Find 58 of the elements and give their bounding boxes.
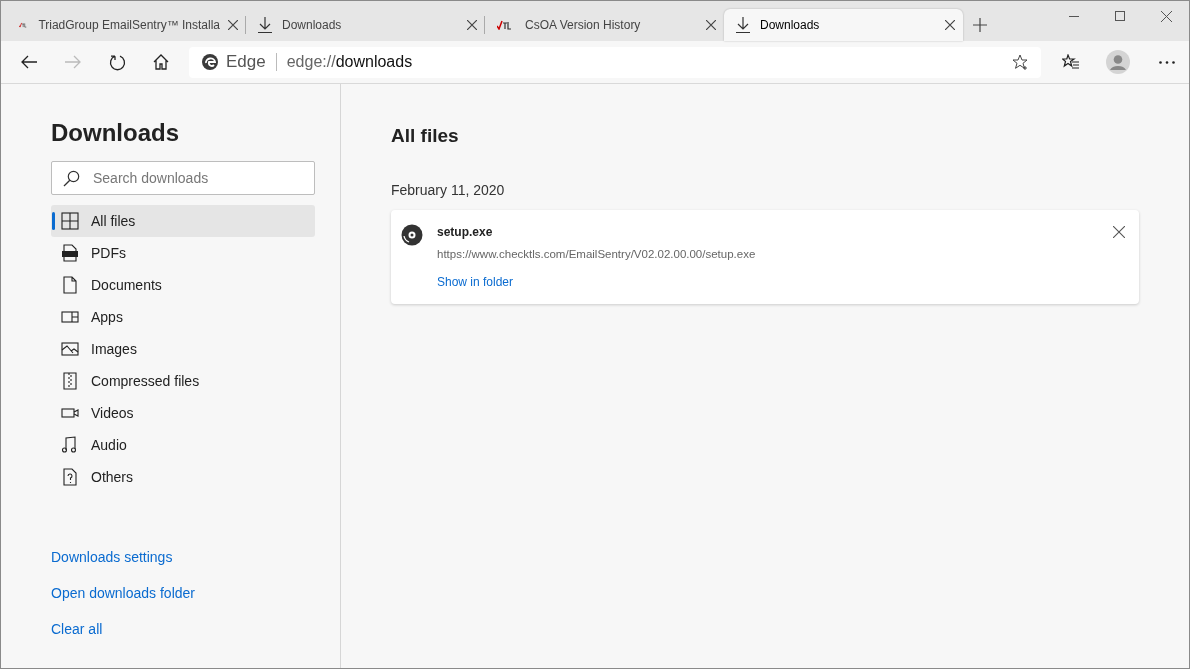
favorites-icon [1062,54,1080,70]
all-category-icon [61,212,79,230]
sidebar-item[interactable]: Apps [51,301,315,333]
search-field[interactable]: Search downloads [51,161,315,195]
sidebar-link[interactable]: Clear all [51,619,103,640]
browser-tab[interactable]: Downloads [724,9,963,41]
zip-category-icon [61,372,79,390]
sidebar-item[interactable]: Videos [51,397,315,429]
tab-title: TriadGroup EmailSentry™ Installa [38,17,220,34]
download-icon [736,17,750,33]
disc-icon [401,223,423,246]
site-label: Edge [226,51,266,74]
other-category-icon [61,468,79,486]
home-icon [153,54,169,70]
refresh-icon [108,53,126,71]
browser-logo-icon [201,53,219,71]
show-in-folder-link[interactable]: Show in folder [437,272,514,291]
audio-category-icon [61,436,79,454]
sidebar-link[interactable]: Open downloads folder [51,583,195,604]
app-category-icon [61,308,79,326]
close-tab-icon[interactable] [706,20,716,30]
download-icon [258,17,272,33]
doc-category-icon [61,276,79,294]
plus-icon [973,18,987,32]
avatar-icon [1106,50,1130,74]
pdf-category-icon [61,244,79,262]
sidebar-item[interactable]: Audio [51,429,315,461]
close-icon [1160,10,1172,22]
section-title: All files [391,124,460,148]
tab-title: Downloads [282,17,343,34]
url-text: edge://downloads [286,52,413,72]
back-arrow-icon [21,55,37,69]
sidebar-item[interactable]: Images [51,333,315,365]
tab-title: Downloads [760,17,821,34]
address-bar[interactable]: Edge edge://downloads [189,46,1041,78]
sidebar-item[interactable]: Others [51,461,315,493]
minimize-icon [1069,15,1079,17]
sidebar-title: Downloads [51,118,180,148]
add-favorite-icon[interactable] [1012,53,1029,71]
sidebar-link[interactable]: Downloads settings [51,547,173,568]
sidebar-item[interactable]: Documents [51,269,315,301]
close-tab-icon[interactable] [228,20,238,30]
file-url: https://www.checktls.com/EmailSentry/V02.02.00.00/setup.exe [437,246,757,262]
remove-icon[interactable] [1113,225,1125,238]
date-heading: February 11, 2020 [391,180,506,200]
sidebar-item[interactable]: Compressed files [51,365,315,397]
close-tab-icon[interactable] [467,20,477,30]
sidebar-item[interactable]: All files [51,205,315,237]
sidebar-item[interactable]: PDFs [51,237,315,269]
search-icon [63,170,80,187]
logo-icon [19,20,29,30]
more-icon [1159,60,1175,64]
forward-arrow-icon [65,55,81,69]
file-name[interactable]: setup.exe [437,222,1113,241]
maximize-icon [1115,11,1125,21]
close-tab-icon[interactable] [945,20,955,30]
image-category-icon [61,340,79,358]
tab-title: CsOA Version History [525,17,642,34]
